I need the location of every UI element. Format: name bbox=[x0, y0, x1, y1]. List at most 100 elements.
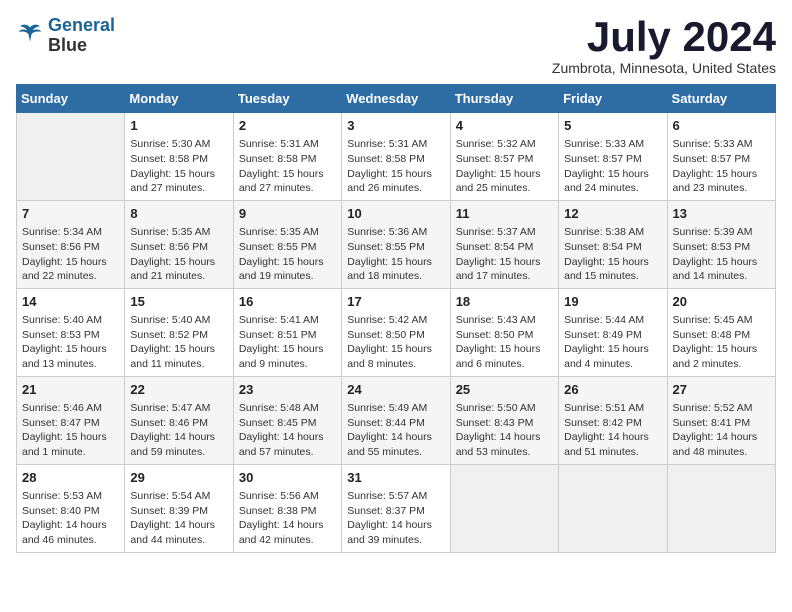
calendar-day: 12Sunrise: 5:38 AMSunset: 8:54 PMDayligh… bbox=[559, 200, 667, 288]
daylight-text: Daylight: 15 hours and 26 minutes. bbox=[347, 167, 444, 196]
calendar-day: 26Sunrise: 5:51 AMSunset: 8:42 PMDayligh… bbox=[559, 376, 667, 464]
sunrise-text: Sunrise: 5:47 AM bbox=[130, 401, 227, 416]
day-number: 31 bbox=[347, 469, 444, 487]
calendar-day bbox=[559, 464, 667, 552]
sunset-text: Sunset: 8:46 PM bbox=[130, 416, 227, 431]
calendar-day: 25Sunrise: 5:50 AMSunset: 8:43 PMDayligh… bbox=[450, 376, 558, 464]
sunset-text: Sunset: 8:44 PM bbox=[347, 416, 444, 431]
sunset-text: Sunset: 8:40 PM bbox=[22, 504, 119, 519]
sunset-text: Sunset: 8:50 PM bbox=[456, 328, 553, 343]
sunset-text: Sunset: 8:58 PM bbox=[130, 152, 227, 167]
calendar-day: 1Sunrise: 5:30 AMSunset: 8:58 PMDaylight… bbox=[125, 113, 233, 201]
day-number: 8 bbox=[130, 205, 227, 223]
daylight-text: Daylight: 14 hours and 51 minutes. bbox=[564, 430, 661, 459]
daylight-text: Daylight: 15 hours and 4 minutes. bbox=[564, 342, 661, 371]
daylight-text: Daylight: 15 hours and 15 minutes. bbox=[564, 255, 661, 284]
day-header-thursday: Thursday bbox=[450, 85, 558, 113]
day-number: 14 bbox=[22, 293, 119, 311]
day-number: 21 bbox=[22, 381, 119, 399]
month-title: July 2024 bbox=[552, 16, 776, 58]
calendar-day: 31 Sunrise: 5:57 AMSunset: 8:37 PMDayligh… bbox=[342, 464, 450, 552]
sunrise-text: Sunrise: 5:40 AM bbox=[130, 313, 227, 328]
sunset-text: Sunset: 8:57 PM bbox=[456, 152, 553, 167]
sunrise-text: Sunrise: 5:44 AM bbox=[564, 313, 661, 328]
calendar-day: 10Sunrise: 5:36 AMSunset: 8:55 PMDayligh… bbox=[342, 200, 450, 288]
calendar-day bbox=[17, 113, 125, 201]
calendar-day: 27Sunrise: 5:52 AMSunset: 8:41 PMDayligh… bbox=[667, 376, 775, 464]
sunset-text: Sunset: 8:37 PM bbox=[347, 504, 444, 519]
calendar-day: 18Sunrise: 5:43 AMSunset: 8:50 PMDayligh… bbox=[450, 288, 558, 376]
sunset-text: Sunset: 8:52 PM bbox=[130, 328, 227, 343]
sunset-text: Sunset: 8:49 PM bbox=[564, 328, 661, 343]
daylight-text: Daylight: 15 hours and 18 minutes. bbox=[347, 255, 444, 284]
day-number: 25 bbox=[456, 381, 553, 399]
sunrise-text: Sunrise: 5:35 AM bbox=[130, 225, 227, 240]
logo-text: GeneralBlue bbox=[48, 16, 115, 56]
daylight-text: Daylight: 14 hours and 59 minutes. bbox=[130, 430, 227, 459]
daylight-text: Daylight: 15 hours and 14 minutes. bbox=[673, 255, 770, 284]
calendar-day bbox=[450, 464, 558, 552]
day-number: 28 bbox=[22, 469, 119, 487]
sunrise-text: Sunrise: 5:48 AM bbox=[239, 401, 336, 416]
sunrise-text: Sunrise: 5:42 AM bbox=[347, 313, 444, 328]
daylight-text: Daylight: 15 hours and 27 minutes. bbox=[239, 167, 336, 196]
sunset-text: Sunset: 8:58 PM bbox=[239, 152, 336, 167]
sunset-text: Sunset: 8:55 PM bbox=[347, 240, 444, 255]
daylight-text: Daylight: 15 hours and 1 minute. bbox=[22, 430, 119, 459]
daylight-text: Daylight: 14 hours and 39 minutes. bbox=[347, 518, 444, 547]
day-number: 23 bbox=[239, 381, 336, 399]
sunrise-text: Sunrise: 5:36 AM bbox=[347, 225, 444, 240]
daylight-text: Daylight: 15 hours and 6 minutes. bbox=[456, 342, 553, 371]
calendar-day: 13Sunrise: 5:39 AMSunset: 8:53 PMDayligh… bbox=[667, 200, 775, 288]
sunrise-text: Sunrise: 5:33 AM bbox=[564, 137, 661, 152]
calendar-day: 23Sunrise: 5:48 AMSunset: 8:45 PMDayligh… bbox=[233, 376, 341, 464]
sunrise-text: Sunrise: 5:35 AM bbox=[239, 225, 336, 240]
location-subtitle: Zumbrota, Minnesota, United States bbox=[552, 60, 776, 76]
calendar-week-row: 28Sunrise: 5:53 AMSunset: 8:40 PMDayligh… bbox=[17, 464, 776, 552]
sunrise-text: Sunrise: 5:49 AM bbox=[347, 401, 444, 416]
sunset-text: Sunset: 8:39 PM bbox=[130, 504, 227, 519]
calendar-day: 30Sunrise: 5:56 AMSunset: 8:38 PMDayligh… bbox=[233, 464, 341, 552]
day-number: 13 bbox=[673, 205, 770, 223]
logo-icon bbox=[16, 22, 44, 50]
daylight-text: Daylight: 14 hours and 57 minutes. bbox=[239, 430, 336, 459]
calendar-day: 5Sunrise: 5:33 AMSunset: 8:57 PMDaylight… bbox=[559, 113, 667, 201]
calendar-day: 28Sunrise: 5:53 AMSunset: 8:40 PMDayligh… bbox=[17, 464, 125, 552]
sunset-text: Sunset: 8:58 PM bbox=[347, 152, 444, 167]
calendar-day: 2Sunrise: 5:31 AMSunset: 8:58 PMDaylight… bbox=[233, 113, 341, 201]
calendar-header-row: SundayMondayTuesdayWednesdayThursdayFrid… bbox=[17, 85, 776, 113]
day-number: 22 bbox=[130, 381, 227, 399]
sunrise-text: Sunrise: 5:41 AM bbox=[239, 313, 336, 328]
sunrise-text: Sunrise: 5:57 AM bbox=[347, 489, 444, 504]
daylight-text: Daylight: 14 hours and 46 minutes. bbox=[22, 518, 119, 547]
sunrise-text: Sunrise: 5:40 AM bbox=[22, 313, 119, 328]
sunset-text: Sunset: 8:56 PM bbox=[130, 240, 227, 255]
day-number: 30 bbox=[239, 469, 336, 487]
sunset-text: Sunset: 8:57 PM bbox=[564, 152, 661, 167]
day-number: 6 bbox=[673, 117, 770, 135]
daylight-text: Daylight: 15 hours and 2 minutes. bbox=[673, 342, 770, 371]
calendar-week-row: 14Sunrise: 5:40 AMSunset: 8:53 PMDayligh… bbox=[17, 288, 776, 376]
sunset-text: Sunset: 8:43 PM bbox=[456, 416, 553, 431]
day-number: 27 bbox=[673, 381, 770, 399]
day-number: 11 bbox=[456, 205, 553, 223]
daylight-text: Daylight: 15 hours and 25 minutes. bbox=[456, 167, 553, 196]
calendar-day: 3Sunrise: 5:31 AMSunset: 8:58 PMDaylight… bbox=[342, 113, 450, 201]
day-number: 7 bbox=[22, 205, 119, 223]
daylight-text: Daylight: 14 hours and 42 minutes. bbox=[239, 518, 336, 547]
sunset-text: Sunset: 8:53 PM bbox=[673, 240, 770, 255]
sunrise-text: Sunrise: 5:31 AM bbox=[347, 137, 444, 152]
daylight-text: Daylight: 14 hours and 53 minutes. bbox=[456, 430, 553, 459]
daylight-text: Daylight: 15 hours and 24 minutes. bbox=[564, 167, 661, 196]
sunset-text: Sunset: 8:54 PM bbox=[564, 240, 661, 255]
day-number: 16 bbox=[239, 293, 336, 311]
daylight-text: Daylight: 15 hours and 27 minutes. bbox=[130, 167, 227, 196]
calendar-day: 15Sunrise: 5:40 AMSunset: 8:52 PMDayligh… bbox=[125, 288, 233, 376]
day-header-sunday: Sunday bbox=[17, 85, 125, 113]
page-header: GeneralBlue July 2024 Zumbrota, Minnesot… bbox=[16, 16, 776, 76]
day-number: 15 bbox=[130, 293, 227, 311]
sunset-text: Sunset: 8:54 PM bbox=[456, 240, 553, 255]
calendar-day: 17Sunrise: 5:42 AMSunset: 8:50 PMDayligh… bbox=[342, 288, 450, 376]
sunrise-text: Sunrise: 5:56 AM bbox=[239, 489, 336, 504]
calendar-day bbox=[667, 464, 775, 552]
